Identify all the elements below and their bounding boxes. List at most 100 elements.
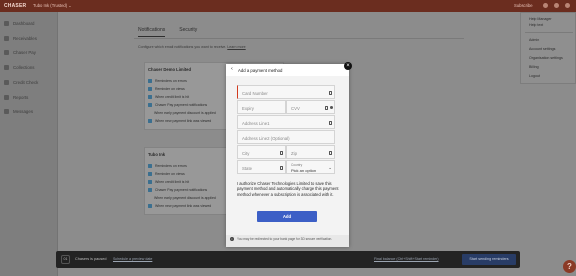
sidebar-item-label: Collections (13, 64, 35, 70)
add-button[interactable]: Add (257, 211, 317, 222)
address-line2-field[interactable]: Address Line2 (Optional) (237, 130, 335, 144)
close-icon[interactable]: × (344, 62, 352, 70)
panel-title: Tubo Ink (148, 152, 166, 157)
city-placeholder: City (242, 150, 250, 156)
card-number-field[interactable]: Card Number (237, 85, 335, 99)
country-selected-value: Pick an option (291, 167, 317, 173)
setting-label: Chaser Pay payment notifications (155, 103, 208, 107)
top-bar: CHASER Tubo Ink (Trusted) ⌄ Subscribe (0, 0, 576, 12)
settings-icon[interactable] (554, 3, 559, 8)
sidebar-item-reports[interactable]: Reports (4, 93, 28, 101)
card-icon (325, 105, 328, 110)
checkbox[interactable] (148, 188, 152, 192)
menu-item-help-manager[interactable]: Help Manager (529, 17, 552, 21)
setting-row[interactable]: When credit limit is hit (148, 95, 189, 99)
setting-row[interactable]: When early payment discount is applied (154, 196, 216, 200)
setting-row[interactable]: When new payment link was viewed (148, 119, 211, 123)
checkbox[interactable] (148, 204, 152, 208)
info-icon[interactable] (329, 105, 333, 110)
city-field[interactable]: City (237, 145, 286, 159)
tab-bar: Notifications Security (138, 27, 197, 37)
checkbox[interactable] (148, 95, 152, 99)
reports-icon (4, 94, 9, 100)
status-text: Chasers is paused (75, 257, 107, 261)
menu-item-billing[interactable]: Billing (529, 65, 539, 69)
menu-item-logout[interactable]: Logout (529, 74, 540, 78)
sidebar-item-label: Chaser Pay (13, 49, 36, 55)
tab-notifications[interactable]: Notifications (138, 27, 166, 37)
zip-placeholder: Zip (291, 150, 297, 156)
setting-label: When early payment discount is applied (154, 196, 216, 200)
status-badge: 01 (61, 255, 70, 264)
checkbox[interactable] (148, 119, 152, 123)
setting-label: Reminder on views (155, 87, 185, 91)
sidebar-item-credit-check[interactable]: Credit Check (4, 78, 38, 86)
checkbox[interactable] (148, 87, 152, 91)
setting-row[interactable]: Chaser Pay payment notifications (148, 188, 207, 192)
back-chevron-icon[interactable]: ‹ (231, 66, 233, 72)
help-button[interactable]: ? (563, 260, 576, 273)
setting-row[interactable]: When new payment link was viewed (148, 204, 211, 208)
setting-label: When new payment link was viewed (155, 204, 212, 208)
menu-item-organisation-settings[interactable]: Organisation settings (529, 56, 563, 60)
start-sending-button[interactable]: Start sending reminders (462, 254, 516, 265)
card-icon (329, 120, 332, 125)
messages-icon (4, 108, 9, 114)
checkbox[interactable] (148, 79, 152, 83)
sidebar-item-dashboard[interactable]: Dashboard (4, 19, 34, 27)
receivables-icon (4, 35, 9, 41)
pay-icon (4, 49, 9, 55)
expiry-field[interactable]: Expiry (237, 100, 286, 114)
chaser-logo[interactable]: CHASER (4, 3, 26, 9)
sidebar-item-collections[interactable]: Collections (4, 63, 34, 71)
avatar[interactable] (565, 3, 570, 8)
sidebar: Dashboard Receivables Chaser Pay Collect… (0, 12, 58, 276)
address-line1-placeholder: Address Line1 (242, 120, 270, 126)
setting-row[interactable]: When credit limit is hit (148, 180, 189, 184)
setting-row[interactable]: Reminder on views (148, 87, 185, 91)
menu-item-admin[interactable]: Admin (529, 38, 539, 42)
authorization-text: I authorize Chaser Technologies Limited … (237, 181, 339, 197)
chaser-status-bar: 01 Chasers is paused Schedule a preview … (56, 251, 520, 268)
setting-row[interactable]: Reminder on views (148, 172, 185, 176)
page-description: Configure which email notifications you … (138, 45, 246, 49)
add-payment-method-modal: ‹ Add a payment method Card Number Expir… (226, 64, 349, 247)
setting-row[interactable]: Reminders on errors (148, 164, 187, 168)
menu-item-help-text[interactable]: Help text (529, 23, 543, 27)
setting-label: When credit limit is hit (155, 180, 190, 184)
zip-field[interactable]: Zip (286, 145, 335, 159)
tab-security[interactable]: Security (179, 27, 197, 37)
cvv-field[interactable]: CVV (286, 100, 335, 114)
address-line1-field[interactable]: Address Line1 (237, 115, 335, 129)
sidebar-item-label: Reports (13, 94, 29, 100)
subscribe-link[interactable]: Subscribe (514, 3, 533, 8)
card-icon (329, 90, 332, 95)
card-icon (280, 165, 283, 170)
checkbox[interactable] (148, 172, 152, 176)
setting-label: When new payment link was viewed (155, 119, 212, 123)
setting-row[interactable]: When early payment discount is applied (154, 111, 216, 115)
sidebar-item-label: Messages (13, 108, 34, 114)
setting-label: Reminders on errors (155, 164, 187, 168)
menu-item-account-settings[interactable]: Account settings (529, 47, 555, 51)
country-select[interactable]: Country Pick an option ⌄ (286, 160, 335, 174)
sidebar-item-chaser-pay[interactable]: Chaser Pay (4, 48, 36, 56)
notification-icon[interactable] (543, 3, 548, 8)
workspace-switcher[interactable]: Tubo Ink (Trusted) ⌄ (33, 3, 72, 8)
checkbox[interactable] (148, 180, 152, 184)
checkbox[interactable] (148, 103, 152, 107)
learn-more-link[interactable]: Learn more (227, 45, 245, 49)
setting-row[interactable]: Reminders on errors (148, 79, 187, 83)
final-balance-link[interactable]: Final balance (Ctrl+Shift+Start reminder… (374, 257, 439, 261)
checkbox[interactable] (148, 164, 152, 168)
dashboard-icon (4, 20, 9, 26)
setting-row[interactable]: Chaser Pay payment notifications (148, 103, 207, 107)
state-field[interactable]: State (237, 160, 286, 174)
schedule-preview-link[interactable]: Schedule a preview date (113, 257, 152, 261)
sidebar-item-receivables[interactable]: Receivables (4, 34, 37, 42)
expiry-placeholder: Expiry (242, 105, 254, 111)
user-menu-dropdown: Help Manager Help text Admin Account set… (520, 12, 576, 84)
modal-header: ‹ Add a payment method (226, 64, 349, 76)
cvv-placeholder: CVV (291, 105, 300, 111)
sidebar-item-messages[interactable]: Messages (4, 107, 33, 115)
